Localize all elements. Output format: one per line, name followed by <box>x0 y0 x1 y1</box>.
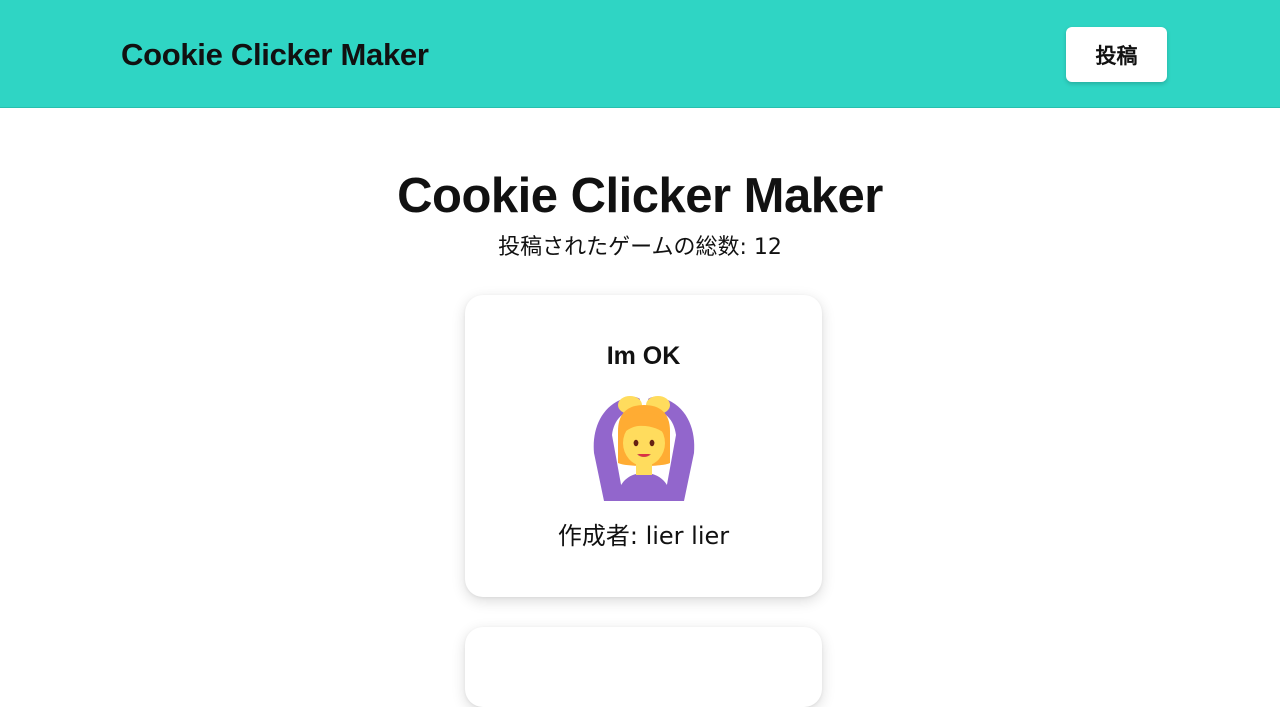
page-title: Cookie Clicker Maker <box>397 169 883 223</box>
brand-logo-text[interactable]: Cookie Clicker Maker <box>121 36 429 74</box>
top-navbar: Cookie Clicker Maker 投稿 <box>0 0 1280 108</box>
game-card[interactable]: Im OK 作成者: lier lier <box>465 295 822 597</box>
game-card[interactable] <box>465 627 822 707</box>
person-gesturing-ok-icon <box>593 396 695 501</box>
post-button[interactable]: 投稿 <box>1066 27 1167 82</box>
game-title: Im OK <box>606 342 681 370</box>
total-games-count: 投稿されたゲームの総数: 12 <box>498 235 782 260</box>
game-author: 作成者: lier lier <box>557 522 730 550</box>
